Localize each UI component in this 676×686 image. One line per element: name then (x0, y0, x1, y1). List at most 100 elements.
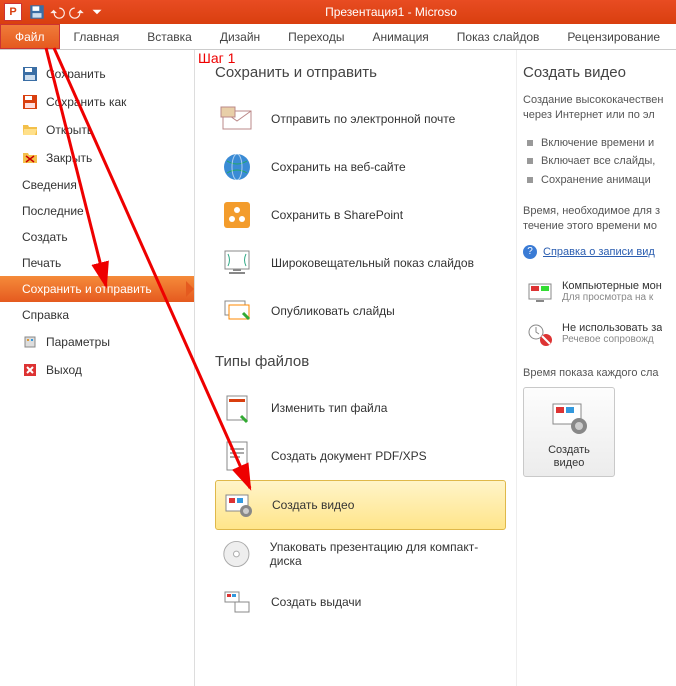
nav-recent[interactable]: Последние (0, 198, 194, 224)
change-type-icon (219, 390, 255, 426)
bullet-item: Включает все слайды, (523, 152, 670, 171)
create-video-button-icon (549, 398, 589, 438)
opt-create-video[interactable]: Создать видео (215, 480, 506, 530)
publish-icon (219, 293, 255, 329)
broadcast-icon (219, 245, 255, 281)
nav-label: Печать (22, 256, 61, 270)
cd-icon (219, 536, 254, 572)
quick-access-toolbar (28, 3, 106, 21)
title-bar: P Презентация1 - Microso (0, 0, 676, 24)
backstage-nav: Сохранить Сохранить как Открыть Закрыть … (0, 50, 195, 686)
exit-icon (22, 362, 38, 378)
options-icon (22, 334, 38, 350)
opt-create-handouts[interactable]: Создать выдачи (215, 578, 506, 626)
opt-label: Создать документ PDF/XPS (271, 449, 427, 463)
nav-save-send[interactable]: Сохранить и отправить (0, 276, 194, 302)
no-timing-icon (526, 322, 554, 350)
nav-label: Сохранить как (46, 95, 126, 109)
bullet-item: Сохранение анимаци (523, 171, 670, 190)
nav-label: Сохранить (46, 67, 106, 81)
open-icon (22, 122, 38, 138)
opt-label: Сохранить в SharePoint (271, 208, 403, 222)
save-icon[interactable] (28, 3, 46, 21)
dropdown-title: Компьютерные мон (562, 280, 662, 292)
nav-help[interactable]: Справка (0, 302, 194, 328)
button-label-line: видео (528, 457, 610, 470)
dropdown-subtitle: Речевое сопровожд (562, 334, 662, 345)
backstage-content: Сохранить и отправить Отправить по элект… (195, 50, 516, 686)
nav-label: Закрыть (46, 151, 92, 165)
bullet-item: Включение времени и (523, 134, 670, 153)
help-link[interactable]: ? Справка о записи вид (523, 245, 670, 259)
button-label-line: Создать (528, 444, 610, 457)
opt-save-sharepoint[interactable]: Сохранить в SharePoint (215, 191, 506, 239)
monitor-icon (526, 280, 554, 308)
tab-design[interactable]: Дизайн (206, 24, 274, 49)
feature-bullets: Включение времени и Включает все слайды,… (523, 134, 670, 190)
handouts-icon (219, 584, 255, 620)
opt-label: Опубликовать слайды (271, 304, 395, 318)
tab-slideshow[interactable]: Показ слайдов (443, 24, 554, 49)
video-icon (220, 487, 256, 523)
duration-caption: Время показа каждого сла (523, 367, 670, 379)
save-icon (22, 66, 38, 82)
opt-label: Упаковать презентацию для компакт-диска (270, 540, 502, 568)
qat-dropdown-icon[interactable] (88, 3, 106, 21)
nav-label: Открыть (46, 123, 93, 137)
backstage-detail: Создать видео Создание высококачествен ч… (516, 50, 676, 686)
dropdown-subtitle: Для просмотра на к (562, 292, 662, 303)
sharepoint-icon (219, 197, 255, 233)
nav-label: Последние (22, 204, 84, 218)
opt-package-cd[interactable]: Упаковать презентацию для компакт-диска (215, 530, 506, 578)
nav-open[interactable]: Открыть (0, 116, 194, 144)
save-as-icon (22, 94, 38, 110)
section-save-send: Сохранить и отправить (215, 64, 506, 81)
tab-insert[interactable]: Вставка (133, 24, 206, 49)
help-link-label: Справка о записи вид (543, 246, 655, 258)
opt-label: Создать видео (272, 498, 354, 512)
nav-label: Сведения (22, 178, 77, 192)
backstage-view: Сохранить Сохранить как Открыть Закрыть … (0, 50, 676, 686)
time-note: Время, необходимое для з течение этого в… (523, 204, 670, 235)
nav-save-as[interactable]: Сохранить как (0, 88, 194, 116)
window-title: Презентация1 - Microso (106, 5, 676, 19)
nav-print[interactable]: Печать (0, 250, 194, 276)
opt-publish-slides[interactable]: Опубликовать слайды (215, 287, 506, 335)
opt-save-web[interactable]: Сохранить на веб-сайте (215, 143, 506, 191)
pdf-icon (219, 438, 255, 474)
nav-options[interactable]: Параметры (0, 328, 194, 356)
close-icon (22, 150, 38, 166)
nav-close[interactable]: Закрыть (0, 144, 194, 172)
globe-icon (219, 149, 255, 185)
detail-title: Создать видео (523, 64, 670, 81)
nav-info[interactable]: Сведения (0, 172, 194, 198)
detail-description: Создание высококачествен через Интернет … (523, 93, 670, 124)
ribbon-tabs: Файл Главная Вставка Дизайн Переходы Ани… (0, 24, 676, 50)
narration-dropdown[interactable]: Не использовать за Речевое сопровожд (523, 315, 670, 357)
display-quality-dropdown[interactable]: Компьютерные мон Для просмотра на к (523, 273, 670, 315)
undo-icon[interactable] (48, 3, 66, 21)
opt-label: Отправить по электронной почте (271, 112, 455, 126)
nav-new[interactable]: Создать (0, 224, 194, 250)
nav-save[interactable]: Сохранить (0, 60, 194, 88)
create-video-button[interactable]: Создать видео (523, 387, 615, 477)
section-file-types: Типы файлов (215, 353, 506, 370)
opt-label: Создать выдачи (271, 595, 361, 609)
opt-change-type[interactable]: Изменить тип файла (215, 384, 506, 432)
opt-broadcast[interactable]: Широковещательный показ слайдов (215, 239, 506, 287)
tab-review[interactable]: Рецензирование (553, 24, 674, 49)
nav-label: Справка (22, 308, 69, 322)
redo-icon[interactable] (68, 3, 86, 21)
nav-exit[interactable]: Выход (0, 356, 194, 384)
opt-create-pdf[interactable]: Создать документ PDF/XPS (215, 432, 506, 480)
opt-send-email[interactable]: Отправить по электронной почте (215, 95, 506, 143)
tab-file[interactable]: Файл (0, 24, 60, 49)
nav-label: Сохранить и отправить (22, 282, 152, 296)
email-icon (219, 101, 255, 137)
opt-label: Сохранить на веб-сайте (271, 160, 406, 174)
tab-home[interactable]: Главная (60, 24, 134, 49)
tab-animations[interactable]: Анимация (358, 24, 442, 49)
tab-transitions[interactable]: Переходы (274, 24, 358, 49)
opt-label: Изменить тип файла (271, 401, 387, 415)
nav-label: Создать (22, 230, 68, 244)
